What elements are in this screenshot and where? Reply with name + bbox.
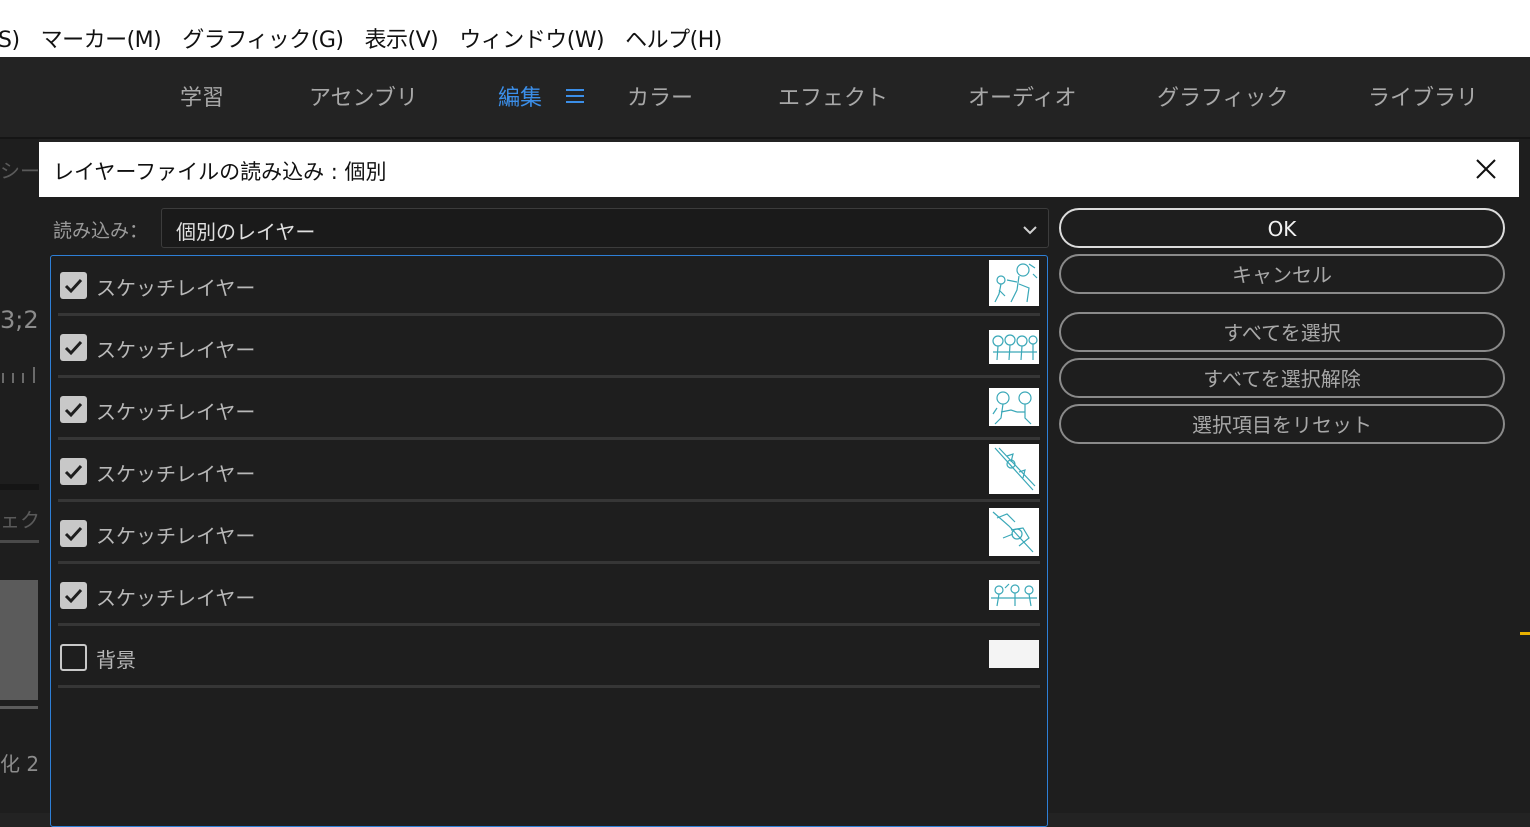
row-divider bbox=[58, 623, 1040, 626]
row-divider bbox=[58, 685, 1040, 688]
background-panel-tab-fragment: シー bbox=[0, 159, 40, 183]
menu-item-help[interactable]: ヘルプ(H) bbox=[625, 22, 722, 54]
import-layers-dialog: レイヤーファイルの読み込み : 個別 読み込み： 個別のレイヤー スケッチレイヤ… bbox=[39, 142, 1519, 827]
layer-row: スケッチレイヤー bbox=[58, 380, 1040, 440]
row-divider bbox=[58, 375, 1040, 378]
menu-item-graphics[interactable]: グラフィック(G) bbox=[182, 22, 344, 54]
layer-row: スケッチレイヤー bbox=[58, 256, 1040, 316]
layer-checkbox[interactable] bbox=[60, 644, 87, 671]
hamburger-icon[interactable] bbox=[566, 89, 584, 103]
layer-name: スケッチレイヤー bbox=[96, 276, 256, 300]
layer-name: スケッチレイヤー bbox=[96, 586, 256, 610]
layer-checkbox[interactable] bbox=[60, 520, 87, 547]
background-thumbnail bbox=[0, 580, 38, 700]
background-effects-tab-fragment: ェク bbox=[0, 508, 40, 532]
tab-editing[interactable]: 編集 bbox=[498, 80, 542, 112]
tab-effects[interactable]: エフェクト bbox=[778, 80, 888, 112]
reset-selection-button[interactable]: 選択項目をリセット bbox=[1059, 404, 1505, 444]
layer-row: 背景 bbox=[58, 628, 1040, 688]
menu-item-window[interactable]: ウィンドウ(W) bbox=[459, 22, 604, 54]
layer-row: スケッチレイヤー bbox=[58, 504, 1040, 564]
tab-assembly[interactable]: アセンブリ bbox=[309, 80, 418, 112]
menu-item-partial[interactable]: S) bbox=[0, 28, 20, 53]
dialog-title: レイヤーファイルの読み込み : 個別 bbox=[53, 160, 387, 184]
menu-items: S) マーカー(M) グラフィック(G) 表示(V) ウィンドウ(W) ヘルプ(… bbox=[0, 22, 736, 54]
background-panel-right bbox=[1519, 139, 1530, 813]
row-divider bbox=[58, 499, 1040, 502]
layer-thumbnail bbox=[989, 444, 1039, 494]
menu-item-marker[interactable]: マーカー(M) bbox=[41, 22, 162, 54]
layer-checkbox[interactable] bbox=[60, 582, 87, 609]
tab-audio[interactable]: オーディオ bbox=[968, 80, 1076, 112]
layer-thumbnail bbox=[989, 388, 1039, 426]
layer-row: スケッチレイヤー bbox=[58, 442, 1040, 502]
select-all-button[interactable]: すべてを選択 bbox=[1059, 312, 1505, 352]
background-playhead-marker bbox=[1520, 632, 1530, 635]
background-line bbox=[0, 540, 39, 543]
layer-checkbox[interactable] bbox=[60, 396, 87, 423]
layer-row: スケッチレイヤー bbox=[58, 318, 1040, 378]
import-mode-select[interactable]: 個別のレイヤー bbox=[161, 208, 1049, 248]
background-divider bbox=[0, 484, 39, 490]
deselect-all-button[interactable]: すべてを選択解除 bbox=[1059, 358, 1505, 398]
workspace-bar: 学習 アセンブリ 編集 カラー エフェクト オーディオ グラフィック ライブラリ bbox=[0, 57, 1530, 139]
import-label: 読み込み： bbox=[53, 220, 149, 242]
layer-thumbnail bbox=[989, 260, 1039, 306]
layer-checkbox[interactable] bbox=[60, 334, 87, 361]
cancel-button[interactable]: キャンセル bbox=[1059, 254, 1505, 294]
dialog-titlebar: レイヤーファイルの読み込み : 個別 bbox=[39, 142, 1519, 197]
background-timecode-fragment: 3;2 bbox=[0, 306, 39, 334]
layer-name: 背景 bbox=[96, 648, 136, 672]
layer-name: スケッチレイヤー bbox=[96, 338, 256, 362]
layer-name: スケッチレイヤー bbox=[96, 524, 256, 548]
tab-graphics[interactable]: グラフィック bbox=[1157, 80, 1289, 112]
layer-list[interactable]: スケッチレイヤー スケッチレイヤー スケッチレイヤー スケッチレイヤー スケッチ… bbox=[50, 255, 1048, 827]
row-divider bbox=[58, 561, 1040, 564]
background-panel-left bbox=[0, 139, 39, 813]
background-ruler bbox=[0, 365, 38, 383]
tab-color[interactable]: カラー bbox=[627, 80, 693, 112]
layer-thumbnail bbox=[989, 330, 1039, 364]
close-icon[interactable] bbox=[1471, 154, 1501, 184]
layer-checkbox[interactable] bbox=[60, 458, 87, 485]
layer-row: スケッチレイヤー bbox=[58, 566, 1040, 626]
background-line bbox=[0, 706, 38, 709]
layer-thumbnail bbox=[989, 640, 1039, 668]
chevron-down-icon bbox=[1022, 221, 1038, 235]
tab-learning[interactable]: 学習 bbox=[180, 80, 224, 112]
layer-name: スケッチレイヤー bbox=[96, 400, 256, 424]
ok-button[interactable]: OK bbox=[1059, 208, 1505, 248]
tab-libraries[interactable]: ライブラリ bbox=[1368, 80, 1478, 112]
import-mode-value: 個別のレイヤー bbox=[176, 220, 316, 244]
background-label-fragment: 化 2 bbox=[0, 752, 40, 776]
row-divider bbox=[58, 437, 1040, 440]
row-divider bbox=[58, 313, 1040, 316]
layer-thumbnail bbox=[989, 580, 1039, 610]
menu-item-view[interactable]: 表示(V) bbox=[365, 22, 439, 54]
layer-checkbox[interactable] bbox=[60, 272, 87, 299]
layer-thumbnail bbox=[989, 508, 1039, 556]
menu-bar: S) マーカー(M) グラフィック(G) 表示(V) ウィンドウ(W) ヘルプ(… bbox=[0, 0, 1530, 58]
layer-name: スケッチレイヤー bbox=[96, 462, 256, 486]
